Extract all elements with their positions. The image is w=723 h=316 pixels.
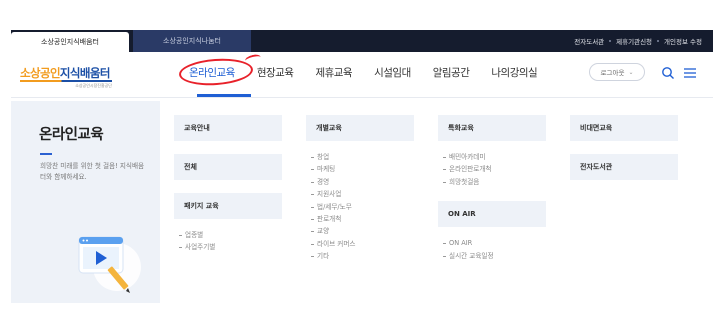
list-item[interactable]: 마케팅 xyxy=(306,163,414,175)
list-item[interactable]: 사업주기별 xyxy=(174,241,282,253)
list-item[interactable]: 업종별 xyxy=(174,229,282,241)
list-item[interactable]: 라이브 커머스 xyxy=(306,238,414,250)
site-logo[interactable]: 소상공인지식배움터 소상공인시장진흥공단 xyxy=(20,65,112,89)
nav-my-classroom[interactable]: 나의강의실 xyxy=(491,65,537,80)
list-item[interactable]: ON AIR xyxy=(438,237,546,249)
list-item[interactable]: 희망첫걸음 xyxy=(438,176,546,188)
logout-button[interactable]: 로그아웃 ⌄ xyxy=(589,63,645,81)
category-special-education[interactable]: 특화교육 xyxy=(438,115,546,141)
highlight-circle xyxy=(178,56,254,88)
menu-column-3: 특화교육 배민아카데미 온라인판로개척 희망첫걸음 ON AIR ON AIR … xyxy=(438,115,546,275)
search-icon[interactable] xyxy=(661,65,675,79)
list-item[interactable]: 실시간 교육일정 xyxy=(438,250,546,262)
list-item[interactable]: 지원사업 xyxy=(306,188,414,200)
category-on-air[interactable]: ON AIR xyxy=(438,201,546,228)
list-item[interactable]: 판로개척 xyxy=(306,213,414,225)
nav-partner-education[interactable]: 제휴교육 xyxy=(315,65,352,80)
util-link-edit-profile[interactable]: 개인정보 수정 xyxy=(659,36,707,46)
site-header: 소상공인지식배움터 소상공인시장진흥공단 온라인교육 현장교육 제휴교육 시설임… xyxy=(11,52,713,97)
list-item[interactable]: 법/세무/노무 xyxy=(306,201,414,213)
highlight-mark xyxy=(244,53,262,65)
list-item[interactable]: 창업 xyxy=(306,151,414,163)
side-divider xyxy=(40,153,52,155)
category-ebook-library[interactable]: 전자도서관 xyxy=(570,154,678,180)
side-title: 온라인교육 xyxy=(39,127,104,143)
util-link-ebook-library[interactable]: 전자도서관 xyxy=(569,36,609,46)
list-item[interactable]: 온라인판로개척 xyxy=(438,163,546,175)
utility-links: 전자도서관 제휴기관신청 개인정보 수정 xyxy=(569,30,707,52)
individual-education-list: 창업 마케팅 경영 지원사업 법/세무/노무 판로개척 교양 라이브 커머스 기… xyxy=(306,151,414,263)
nav-field-education[interactable]: 현장교육 xyxy=(257,65,294,80)
category-contactless-education[interactable]: 비대면교육 xyxy=(570,115,678,141)
logo-text: 소상공인지식배움터 xyxy=(20,66,110,80)
nav-facility-rental[interactable]: 시설임대 xyxy=(374,65,411,80)
logo-subtext: 소상공인시장진흥공단 xyxy=(75,83,112,88)
special-education-list: 배민아카데미 온라인판로개척 희망첫걸음 xyxy=(438,151,546,188)
tab-learning-site[interactable]: 소상공인지식배움터 xyxy=(11,32,129,52)
package-education-list: 업종별 사업주기별 xyxy=(174,229,282,254)
menu-side-panel: 온라인교육 희망찬 미래를 위한 첫 걸음! 지식배움터와 함께하세요. xyxy=(11,101,160,303)
nav-notice[interactable]: 알림공간 xyxy=(433,65,470,80)
list-item[interactable]: 경영 xyxy=(306,176,414,188)
mega-menu: 온라인교육 희망찬 미래를 위한 첫 걸음! 지식배움터와 함께하세요. 교육안… xyxy=(11,97,713,303)
tab-sharing-site[interactable]: 소상공인지식나눔터 xyxy=(133,30,251,52)
main-nav: 온라인교육 현장교육 제휴교육 시설임대 알림공간 나의강의실 xyxy=(178,53,559,88)
menu-column-1: 교육안내 전체 패키지 교육 업종별 사업주기별 xyxy=(174,115,282,267)
side-description: 희망찬 미래를 위한 첫 걸음! 지식배움터와 함께하세요. xyxy=(40,162,145,181)
list-item[interactable]: 교양 xyxy=(306,225,414,237)
menu-icon[interactable] xyxy=(683,65,697,79)
category-all[interactable]: 전체 xyxy=(174,154,282,180)
video-lecture-illustration xyxy=(73,231,145,299)
chevron-down-icon: ⌄ xyxy=(628,68,634,76)
list-item[interactable]: 기타 xyxy=(306,250,414,262)
top-bar: 소상공인지식배움터 소상공인지식나눔터 전자도서관 제휴기관신청 개인정보 수정 xyxy=(11,30,713,52)
list-item[interactable]: 배민아카데미 xyxy=(438,151,546,163)
menu-column-4: 비대면교육 전자도서관 xyxy=(570,115,678,193)
category-individual-education[interactable]: 개별교육 xyxy=(306,115,414,141)
logout-label: 로그아웃 xyxy=(600,69,625,77)
nav-online-education[interactable]: 온라인교육 xyxy=(178,53,262,88)
category-education-guide[interactable]: 교육안내 xyxy=(174,115,282,141)
category-package-education[interactable]: 패키지 교육 xyxy=(174,193,282,219)
on-air-list: ON AIR 실시간 교육일정 xyxy=(438,237,546,262)
util-link-partner-apply[interactable]: 제휴기관신청 xyxy=(611,36,657,46)
menu-column-2: 개별교육 창업 마케팅 경영 지원사업 법/세무/노무 판로개척 교양 라이브 … xyxy=(306,115,414,276)
